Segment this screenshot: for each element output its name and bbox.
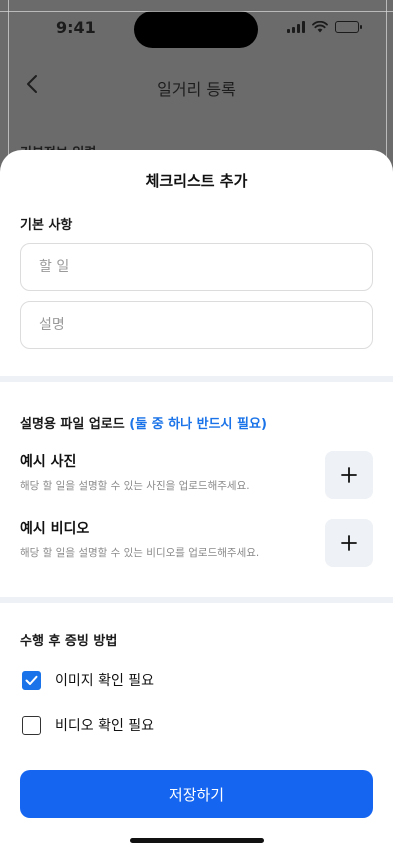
status-bar: 9:41 [0, 0, 393, 54]
checklist-bottom-sheet: 체크리스트 추가 기본 사항 설명용 파일 업로드 (둘 중 하나 반드시 필요… [0, 150, 393, 852]
plus-icon [341, 467, 357, 483]
option-image-proof[interactable]: 이미지 확인 필요 [22, 670, 154, 690]
cellular-signal-icon [287, 21, 305, 33]
status-icons [287, 21, 362, 33]
example-photo-desc: 해당 할 일을 설명할 수 있는 사진을 업로드해주세요. [20, 480, 250, 492]
guide-line-top [0, 11, 393, 12]
basic-section-label: 기본 사항 [20, 218, 73, 233]
home-indicator [130, 838, 264, 843]
battery-icon [335, 21, 362, 33]
section-divider [0, 376, 393, 382]
example-photo-title: 예시 사진 [20, 454, 77, 470]
wifi-icon [312, 21, 328, 33]
plus-icon [341, 535, 357, 551]
example-video-desc: 해당 할 일을 설명할 수 있는 비디오를 업로드해주세요. [20, 547, 260, 559]
dynamic-island [134, 11, 258, 48]
upload-label-text: 설명용 파일 업로드 [20, 417, 125, 432]
status-time: 9:41 [56, 18, 96, 37]
proof-section-label: 수행 후 증빙 방법 [20, 634, 118, 649]
checkbox-unchecked-icon[interactable] [22, 715, 41, 735]
save-button[interactable]: 저장하기 [20, 770, 373, 818]
option-label: 이미지 확인 필요 [55, 673, 155, 689]
background-nav-bar: 일거리 등록 [0, 62, 393, 108]
background-page-title: 일거리 등록 [157, 80, 236, 99]
add-video-button[interactable] [325, 519, 373, 567]
add-photo-button[interactable] [325, 451, 373, 499]
checkbox-checked-icon[interactable] [22, 670, 41, 690]
example-video-title: 예시 비디오 [20, 521, 90, 537]
upload-requirement-hint: (둘 중 하나 반드시 필요) [129, 417, 267, 432]
todo-input[interactable] [20, 243, 373, 291]
upload-section-label: 설명용 파일 업로드 (둘 중 하나 반드시 필요) [20, 413, 267, 432]
section-divider [0, 597, 393, 603]
sheet-title: 체크리스트 추가 [145, 172, 248, 190]
option-video-proof[interactable]: 비디오 확인 필요 [22, 715, 154, 735]
option-label: 비디오 확인 필요 [55, 718, 155, 734]
description-input[interactable] [20, 301, 373, 349]
